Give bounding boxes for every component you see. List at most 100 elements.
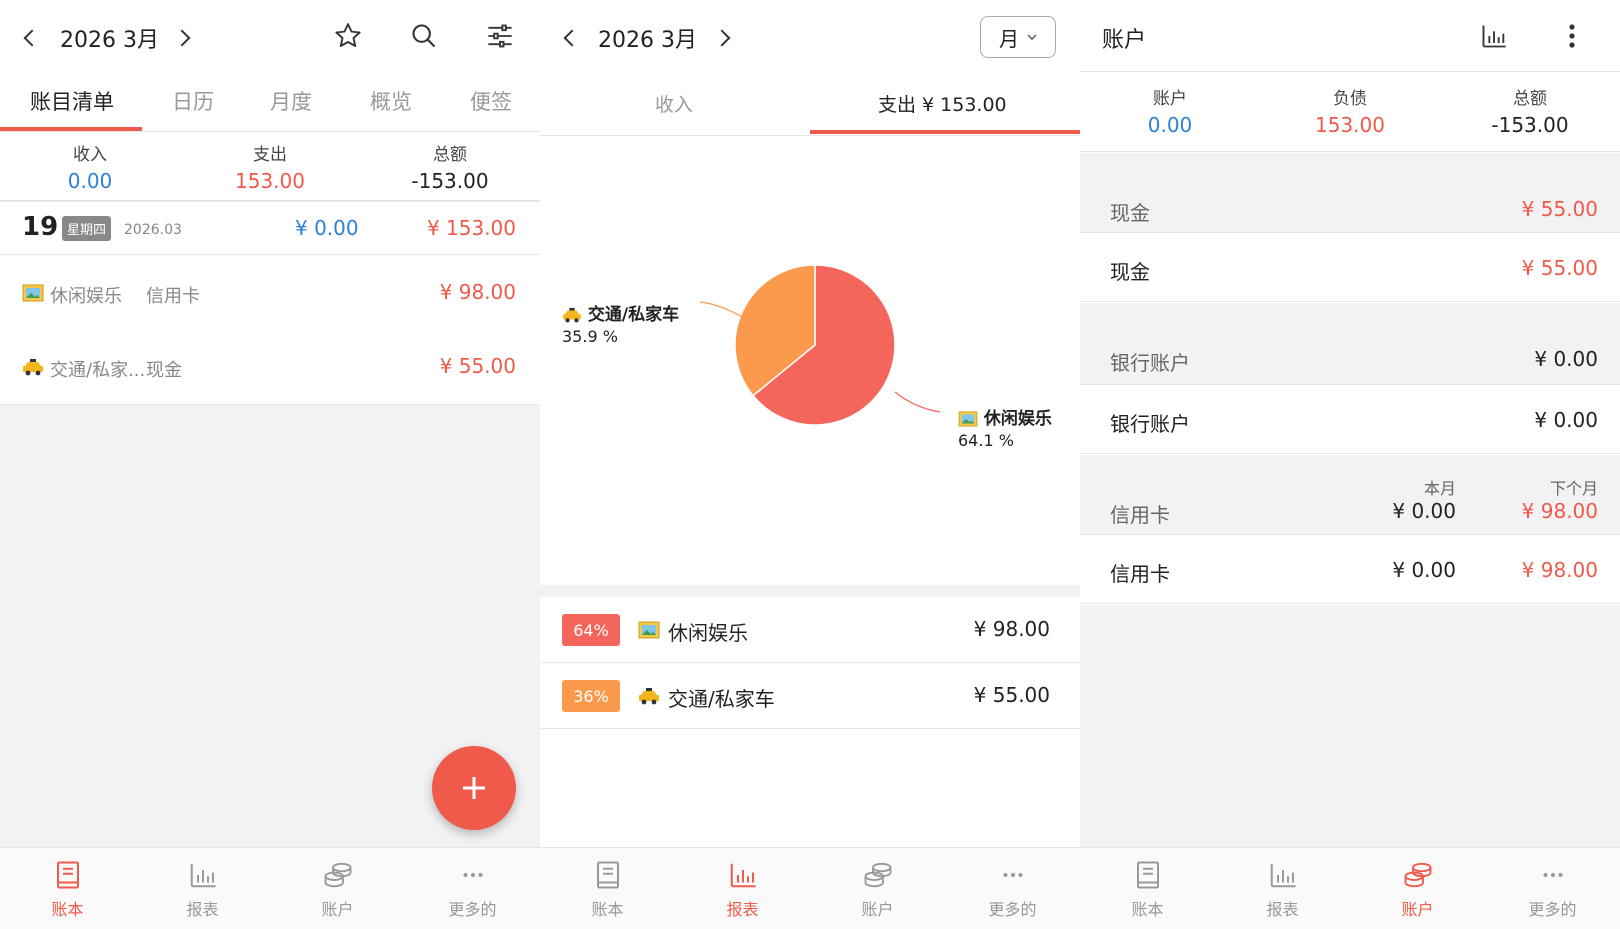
accounts-topbar: 账户 xyxy=(1080,0,1620,72)
account-summary: 账户 0.00 xyxy=(1080,84,1260,151)
weekday-badge: 星期四 xyxy=(62,216,112,241)
page-title: 账户 xyxy=(1102,28,1147,53)
next-month-button[interactable] xyxy=(170,26,194,50)
total-label: 总额 xyxy=(433,145,467,165)
tab-monthly[interactable]: 月度 xyxy=(270,86,312,116)
entry-account: 现金 xyxy=(146,360,182,381)
add-entry-button[interactable] xyxy=(432,746,516,830)
list-item[interactable]: 交通/私家... 现金 ¥ 55.00 xyxy=(0,330,540,404)
ledger-tabs: 账目清单 日历 月度 概览 便签 xyxy=(0,72,540,132)
star-button[interactable] xyxy=(332,20,364,52)
entry-amount: ¥ 98.00 xyxy=(439,280,516,304)
chevron-left-icon xyxy=(23,29,41,47)
nav-accounts[interactable]: 账户 xyxy=(1350,848,1485,929)
pie-label-transport: 交通/私家车 35.9 % xyxy=(562,300,679,346)
taxi-icon xyxy=(563,307,581,323)
coins-icon xyxy=(324,862,351,888)
sliders-icon xyxy=(488,24,512,48)
total-label: 总额 xyxy=(1513,89,1547,109)
account-group-header[interactable]: 信用卡 本月 ¥ 0.00 下个月 ¥ 98.00 xyxy=(1080,455,1620,535)
nav-accounts[interactable]: 账户 xyxy=(810,848,945,929)
group-name: 现金 xyxy=(1110,201,1150,225)
nav-ledger[interactable]: 账本 xyxy=(1080,848,1215,929)
entry-amount: ¥ 55.00 xyxy=(439,354,516,378)
tab-expense[interactable]: 支出 ¥ 153.00 xyxy=(878,90,1007,117)
bottom-nav: 账本 报表 账户 更多的 xyxy=(1080,847,1620,929)
nav-ledger[interactable]: 账本 xyxy=(540,848,675,929)
tab-list[interactable]: 账目清单 xyxy=(30,86,114,116)
accounts-summary: 账户 0.00 负债 153.00 总额 -153.00 xyxy=(1080,84,1620,152)
group-value: ¥ 0.00 xyxy=(1534,347,1598,371)
account-row[interactable]: 现金 ¥ 55.00 xyxy=(1080,234,1620,302)
account-row[interactable]: 银行账户 ¥ 0.00 xyxy=(1080,386,1620,454)
book-icon xyxy=(596,861,619,889)
nav-reports[interactable]: 报表 xyxy=(675,848,810,929)
taxi-icon xyxy=(639,688,659,705)
active-tab-indicator xyxy=(810,130,1080,134)
income-summary: 收入 0.00 xyxy=(0,140,180,200)
account-value: ¥ 0.00 xyxy=(1534,408,1598,432)
debt-label: 负债 xyxy=(1333,89,1367,109)
day-header[interactable]: 19 星期四 2026.03 ¥ 0.00 ¥ 153.00 xyxy=(0,204,540,254)
account-value: 0.00 xyxy=(1147,113,1193,137)
nav-accounts[interactable]: 账户 xyxy=(270,848,405,929)
active-tab-indicator xyxy=(0,127,142,131)
nav-more[interactable]: 更多的 xyxy=(945,848,1080,929)
prev-month-button[interactable] xyxy=(560,26,584,50)
pie-slice-percent: 64.1 % xyxy=(958,431,1014,450)
prev-month-button[interactable] xyxy=(20,26,44,50)
nav-reports[interactable]: 报表 xyxy=(1215,848,1350,929)
more-vertical-icon xyxy=(1569,24,1575,48)
pie-slice-label: 休闲娱乐 xyxy=(983,409,1052,429)
next-month-value: ¥ 98.00 xyxy=(1521,558,1598,582)
star-icon xyxy=(335,23,361,47)
tab-overview[interactable]: 概览 xyxy=(370,86,412,116)
bar-chart-icon xyxy=(190,863,215,888)
account-row[interactable]: 信用卡 ¥ 0.00 ¥ 98.00 xyxy=(1080,536,1620,604)
nav-label: 报表 xyxy=(726,900,759,919)
nav-label: 更多的 xyxy=(448,900,497,919)
account-value: ¥ 55.00 xyxy=(1521,256,1598,280)
search-button[interactable] xyxy=(408,20,440,52)
filter-button[interactable] xyxy=(484,20,516,52)
entry-account: 信用卡 xyxy=(146,286,200,307)
section-gap xyxy=(540,585,1080,597)
nav-reports[interactable]: 报表 xyxy=(135,848,270,929)
category-name: 休闲娱乐 xyxy=(668,621,748,645)
bar-chart-icon xyxy=(730,863,755,888)
more-menu-button[interactable] xyxy=(1560,20,1584,52)
chart-button[interactable] xyxy=(1478,20,1510,52)
account-name: 现金 xyxy=(1110,260,1150,284)
tab-notes[interactable]: 便签 xyxy=(470,86,512,116)
next-month-value: ¥ 98.00 xyxy=(1521,499,1598,523)
group-value: ¥ 55.00 xyxy=(1521,197,1598,221)
tab-income[interactable]: 收入 xyxy=(655,90,693,117)
nav-label: 账本 xyxy=(591,900,624,919)
income-label: 收入 xyxy=(73,145,107,165)
list-item[interactable]: 休闲娱乐 信用卡 ¥ 98.00 xyxy=(0,256,540,330)
tab-calendar[interactable]: 日历 xyxy=(172,86,214,116)
coins-icon xyxy=(864,862,891,888)
account-label: 账户 xyxy=(1153,89,1187,109)
expense-value: 153.00 xyxy=(235,169,305,193)
category-row[interactable]: 36% 交通/私家车 ¥ 55.00 xyxy=(540,663,1080,729)
nav-label: 账户 xyxy=(321,900,354,919)
leader-line xyxy=(894,391,941,413)
next-month-button[interactable] xyxy=(710,26,734,50)
account-group-header[interactable]: 现金 ¥ 55.00 xyxy=(1080,153,1620,233)
debt-value: 153.00 xyxy=(1315,113,1385,137)
nav-ledger[interactable]: 账本 xyxy=(0,848,135,929)
pie-slice-label: 交通/私家车 xyxy=(587,305,680,325)
month-title: 2026 3月 xyxy=(598,28,697,53)
category-row[interactable]: 64% 休闲娱乐 ¥ 98.00 xyxy=(540,597,1080,663)
period-select[interactable]: 月 xyxy=(980,16,1056,58)
percent-badge: 64% xyxy=(562,614,620,646)
nav-more[interactable]: 更多的 xyxy=(1485,848,1620,929)
expense-pie-chart xyxy=(699,264,941,426)
total-value: -153.00 xyxy=(1491,113,1569,137)
accounts-panel: 账户 账户 0.00 负债 153.00 总额 -153.00 现金 ¥ 55.… xyxy=(1080,0,1620,929)
ledger-summary: 收入 0.00 支出 153.00 总额 -153.00 xyxy=(0,140,540,202)
account-group-header[interactable]: 银行账户 ¥ 0.00 xyxy=(1080,303,1620,385)
next-month-label: 下个月 xyxy=(1549,479,1598,498)
nav-more[interactable]: 更多的 xyxy=(405,848,540,929)
